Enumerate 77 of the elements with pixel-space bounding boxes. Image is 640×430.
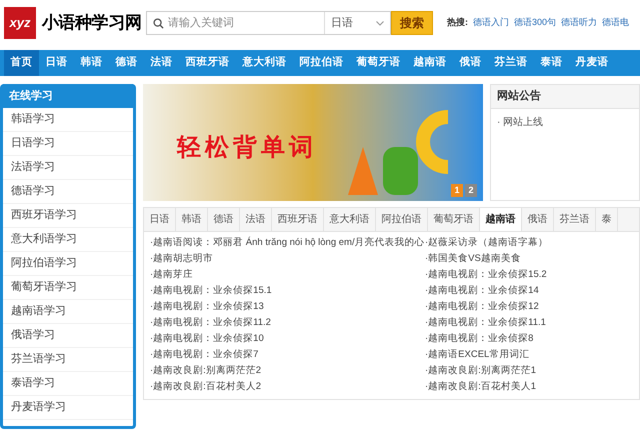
language-value: 日语 [331,16,353,31]
sidebar-item[interactable]: 法语学习 [3,156,133,180]
article-link[interactable]: ·越南电视剧：业余侦探11.2 [150,316,425,329]
article-link[interactable]: ·越南电视剧：业余侦探15.1 [150,284,425,297]
search-icon [153,18,164,28]
sidebar-item[interactable]: 日语学习 [3,132,133,156]
sidebar-item[interactable]: 西班牙语学习 [3,204,133,228]
sidebar-item[interactable]: 德语学习 [3,180,133,204]
nav-link[interactable]: 意大利语 [236,50,293,76]
sidebar-item[interactable]: 芬兰语学习 [3,348,133,372]
language-tab[interactable]: 越南语 [480,208,522,231]
language-tab[interactable]: 西班牙语 [272,208,324,231]
nav-link[interactable]: 芬兰语 [488,50,534,76]
nav-link[interactable]: 韩语 [74,50,109,76]
sidebar-item[interactable]: 葡萄牙语学习 [3,276,133,300]
sidebar-item[interactable]: 韩语学习 [3,108,133,132]
nav-link[interactable]: 俄语 [453,50,488,76]
article-link[interactable]: ·越南语阅读：邓丽君 Ánh trăng nói hộ lòng em/月亮代表我的心 [150,236,425,249]
nav-link[interactable]: 丹麦语 [569,50,615,76]
article-link[interactable]: ·越南改良剧:百花村美人2 [150,380,425,393]
article-link[interactable]: ·越南电视剧：业余侦探11.1 [425,316,633,329]
language-tab[interactable]: 俄语 [522,208,554,231]
nav-link[interactable]: 首页 [4,50,39,76]
notice-title: 网站公告 [491,85,639,109]
article-link[interactable]: ·越南电视剧：业余侦探7 [150,348,425,361]
sidebar-item[interactable]: 越南语学习 [3,300,133,324]
article-link[interactable]: ·越南电视剧：业余侦探13 [150,300,425,313]
article-link[interactable]: ·越南电视剧：业余侦探15.2 [425,268,633,281]
article-link[interactable]: ·越南语EXCEL常用词汇 [425,348,633,361]
article-link[interactable]: ·越南改良剧:别离两茫茫2 [150,364,425,377]
language-dropdown[interactable]: 日语 [324,12,390,34]
hot-search-link[interactable]: 德语听力 [561,16,598,30]
nav-link[interactable]: 西班牙语 [179,50,236,76]
nav-link[interactable]: 越南语 [407,50,453,76]
sidebar-item[interactable]: 阿拉伯语学习 [3,252,133,276]
article-link[interactable]: ·韩国美食VS越南美食 [425,252,633,265]
notice-link[interactable]: · 网站上线 [497,115,639,130]
pager-button[interactable]: 2 [465,184,477,197]
chevron-down-icon [376,20,384,26]
nav-link[interactable]: 泰语 [534,50,569,76]
article-link[interactable]: ·越南改良剧:百花村美人1 [425,380,633,393]
sidebar-item[interactable]: 意大利语学习 [3,228,133,252]
language-tab[interactable]: 泰 [596,208,618,231]
logo-mark[interactable]: xyz [4,7,36,39]
language-tab[interactable]: 德语 [208,208,240,231]
hot-search-label: 热搜: [447,16,468,30]
language-tab[interactable]: 韩语 [176,208,208,231]
sidebar-item[interactable]: 俄语学习 [3,324,133,348]
hot-search-link[interactable]: 德语入门 [473,16,509,30]
language-tab[interactable]: 芬兰语 [554,208,596,231]
banner-headline: 轻松背单词 [177,133,317,163]
banner-image[interactable]: 轻松背单词 1 2 [143,84,483,201]
site-name: 小语种学习网 [42,12,140,34]
hot-search-link[interactable]: 德语300句 [514,16,556,30]
language-tab[interactable]: 意大利语 [324,208,376,231]
nav-link[interactable]: 阿拉伯语 [293,50,350,76]
sidebar-item[interactable]: 丹麦语学习 [3,396,133,420]
search-field[interactable]: 请输入关键词 日语 [146,11,391,35]
article-link[interactable]: ·越南电视剧：业余侦探10 [150,332,425,345]
sidebar-item[interactable]: 泰语学习 [3,372,133,396]
nav-link[interactable]: 法语 [144,50,179,76]
search-button[interactable]: 搜索 [391,11,433,35]
article-link[interactable]: ·越南胡志明市 [150,252,425,265]
hot-search-link[interactable]: 德语电 [602,16,630,30]
language-tab[interactable]: 阿拉伯语 [376,208,428,231]
language-tab[interactable]: 日语 [144,208,176,231]
article-link[interactable]: ·越南改良剧:别离两茫茫1 [425,364,633,377]
nav-link[interactable]: 德语 [109,50,144,76]
article-link[interactable]: ·越南电视剧：业余侦探12 [425,300,633,313]
article-link[interactable]: ·越南电视剧：业余侦探8 [425,332,633,345]
article-link[interactable]: ·越南电视剧：业余侦探14 [425,284,633,297]
sidebar-title: 在线学习 [3,84,133,108]
nav-link[interactable]: 日语 [39,50,74,76]
language-tab[interactable]: 法语 [240,208,272,231]
article-link[interactable]: ·赵薇采访录（越南语字幕） [425,236,633,249]
article-link[interactable]: ·越南芽庄 [150,268,425,281]
nav-link[interactable]: 葡萄牙语 [350,50,407,76]
